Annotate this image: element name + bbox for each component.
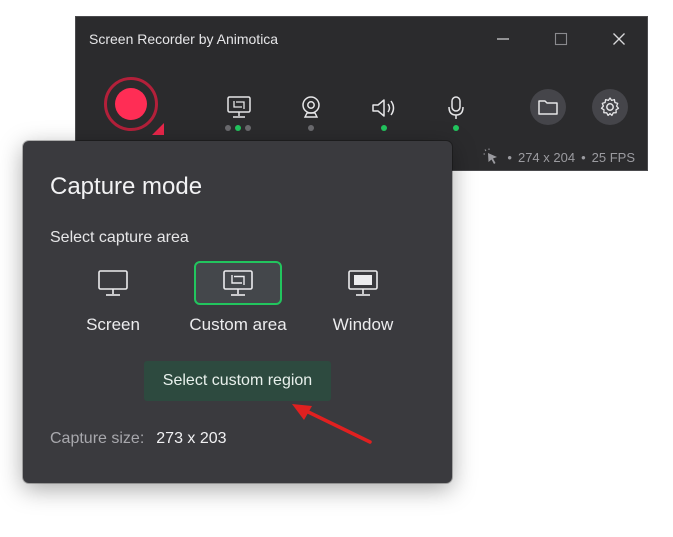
record-icon — [115, 88, 147, 120]
webcam-toggle[interactable] — [291, 93, 331, 123]
option-label: Window — [332, 315, 394, 334]
status-separator: • — [581, 149, 586, 165]
option-icon-box-selected — [194, 261, 282, 305]
capture-option-screen[interactable]: Screen — [73, 261, 153, 335]
microphone-indicators — [453, 125, 459, 131]
custom-region-tooltip: Select custom region — [144, 361, 331, 401]
indicator-dot-active — [381, 125, 387, 131]
system-audio-toggle[interactable] — [364, 93, 404, 123]
capture-size-row: Capture size: 273 x 203 — [50, 430, 227, 448]
title-bar[interactable]: Screen Recorder by Animotica — [76, 17, 647, 61]
indicator-dot — [308, 125, 314, 131]
monitor-crop-icon — [223, 270, 253, 296]
screen-capture-toggle[interactable] — [219, 93, 259, 123]
record-button[interactable] — [104, 77, 158, 131]
folder-icon — [538, 100, 558, 115]
capture-area-label: Select capture area — [50, 229, 189, 246]
microphone-toggle[interactable] — [436, 93, 476, 123]
status-fps: 25 FPS — [591, 149, 635, 165]
maximize-icon — [554, 32, 568, 46]
status-separator: • — [507, 149, 512, 165]
record-options-corner[interactable] — [152, 123, 164, 135]
indicator-dot-active — [235, 125, 241, 131]
open-folder-button[interactable] — [530, 89, 566, 125]
window-icon — [348, 270, 378, 296]
speaker-icon — [372, 99, 395, 117]
gear-icon — [600, 97, 620, 117]
capture-option-window[interactable]: Window — [323, 261, 403, 335]
webcam-icon — [302, 96, 320, 118]
minimize-button[interactable] — [481, 23, 525, 55]
indicator-dot — [245, 125, 251, 131]
indicator-dot — [225, 125, 231, 131]
option-icon-box — [319, 261, 407, 305]
app-title: Screen Recorder by Animotica — [89, 31, 279, 47]
status-line: • 274 x 204 • 25 FPS — [483, 148, 635, 166]
system-audio-indicators — [381, 125, 387, 131]
screen-capture-indicators — [225, 125, 251, 131]
maximize-button[interactable] — [539, 23, 583, 55]
capture-size-value: 273 x 203 — [156, 430, 227, 447]
cursor-click-icon — [483, 148, 498, 164]
stage: Screen Recorder by Animotica • 274 x 204… — [0, 0, 673, 537]
webcam-indicators — [308, 125, 314, 131]
capture-mode-panel: Capture mode Select capture area Screen — [23, 141, 452, 483]
minimize-icon — [497, 38, 509, 40]
option-label: Screen — [86, 315, 140, 334]
close-button[interactable] — [597, 23, 641, 55]
microphone-icon — [448, 96, 464, 119]
option-label: Custom area — [189, 315, 287, 334]
panel-title: Capture mode — [50, 173, 203, 200]
capture-option-custom-area[interactable]: Custom area — [189, 261, 287, 335]
annotation-arrow — [292, 404, 372, 444]
settings-button[interactable] — [592, 89, 628, 125]
monitor-icon — [98, 270, 128, 296]
status-resolution: 274 x 204 — [517, 149, 576, 165]
option-icon-box — [69, 261, 157, 305]
indicator-dot-active — [453, 125, 459, 131]
capture-size-label: Capture size: — [50, 430, 145, 447]
monitor-crop-icon — [227, 96, 251, 118]
close-icon — [613, 33, 625, 45]
